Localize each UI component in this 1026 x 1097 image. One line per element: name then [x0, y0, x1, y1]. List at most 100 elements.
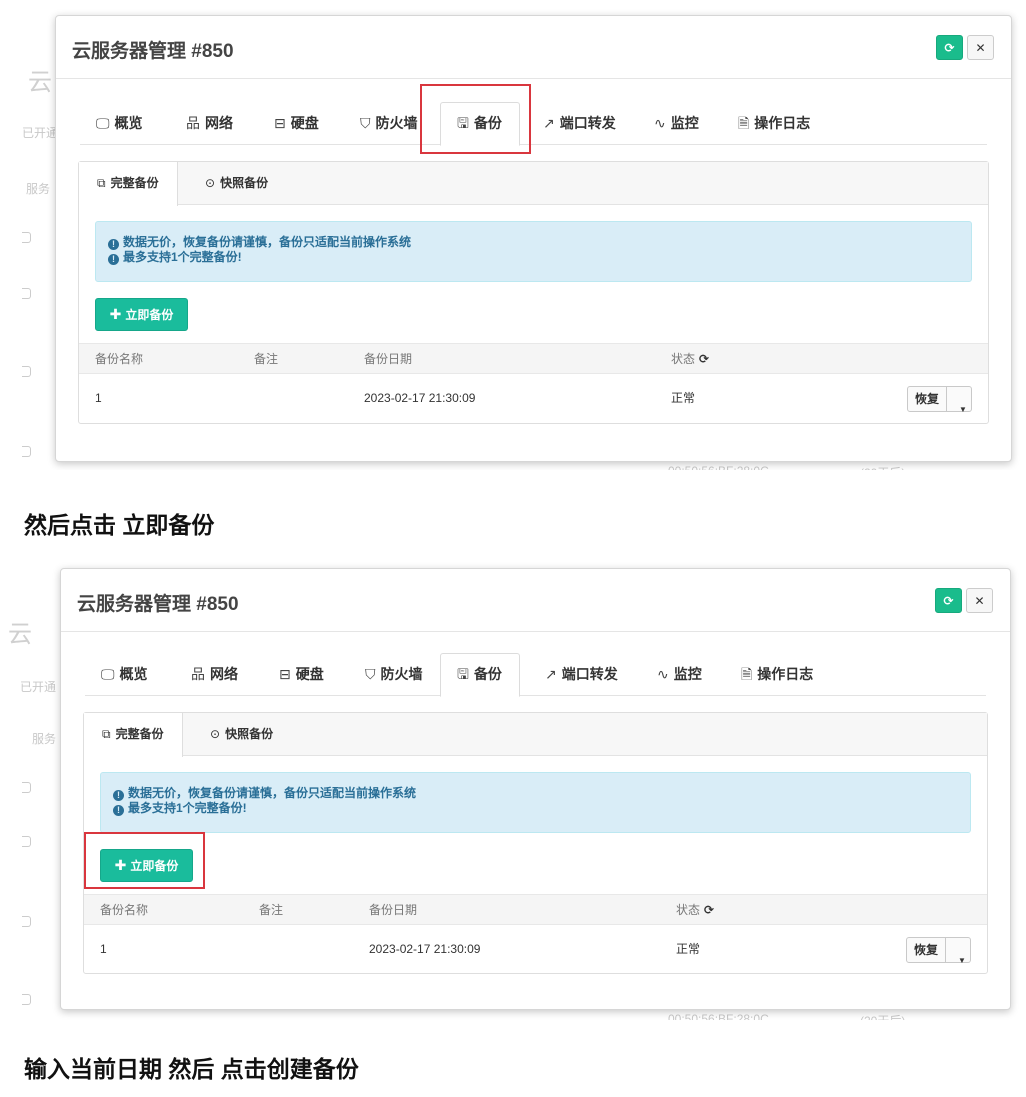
backup-table-header: 备份名称 备注 备份日期 状态 ⟳ — [79, 343, 988, 374]
floppy-icon: 🖫 — [457, 666, 469, 682]
subtab-snapshot-backup[interactable]: ⊙ 快照备份 — [192, 713, 291, 756]
header-note: 备注 — [259, 903, 284, 917]
tab-operation-log[interactable]: 🗎 操作日志 — [733, 653, 821, 696]
tab-label: 网络 — [210, 666, 238, 682]
header-backup-name: 备份名称 — [95, 352, 144, 366]
bg-checkbox — [22, 994, 31, 1005]
monitor-icon: 🖵 — [101, 666, 115, 682]
bg-text-service: 服务 — [26, 182, 51, 196]
external-link-icon: ↗ — [545, 666, 557, 682]
backup-table-header: 备份名称 备注 备份日期 状态 ⟳ — [84, 894, 987, 925]
tab-operation-log[interactable]: 🗎 操作日志 — [730, 102, 818, 145]
tab-label: 概览 — [114, 115, 143, 131]
create-backup-button[interactable]: ✚ 立即备份 — [95, 298, 188, 331]
restore-button[interactable]: 恢复 — [906, 386, 947, 412]
hdd-icon: ⊟ — [279, 666, 291, 682]
tab-label: 防火墙 — [375, 115, 418, 131]
modal-header: 云服务器管理 #850 ⟳ ✕ — [61, 569, 1010, 632]
subtab-full-backup[interactable]: ⧉ 完整备份 — [84, 713, 183, 757]
header-backup-name: 备份名称 — [100, 903, 149, 917]
restore-dropdown-toggle[interactable]: ▼ — [947, 386, 972, 414]
tab-firewall[interactable]: ⛉ 防火墙 — [357, 653, 431, 696]
restore-button[interactable]: 恢复 — [905, 937, 946, 963]
status-refresh-icon[interactable]: ⟳ — [699, 352, 709, 366]
tab-monitor[interactable]: ∿ 监控 — [646, 102, 707, 145]
modal-refresh-button[interactable]: ⟳ — [936, 35, 963, 60]
modal-header: 云服务器管理 #850 ⟳ ✕ — [56, 16, 1011, 79]
plus-icon: ✚ — [109, 306, 122, 322]
tab-disk[interactable]: ⊟ 硬盘 — [266, 102, 327, 145]
header-note: 备注 — [254, 352, 279, 366]
bg-page-title: 云 — [8, 621, 32, 648]
screenshot-step-1: 云 已开通 服务 00:50:56:BF:28:0C (20天后) 云服务器管理… — [0, 0, 1026, 470]
server-manage-modal: 云服务器管理 #850 ⟳ ✕ 🖵 概览 品网络 ⊟ 硬盘 ⛉ 防火墙 🖫 备份 ↗ 端口… — [55, 15, 1012, 462]
file-icon: 🗎 — [738, 115, 750, 131]
exclamation-circle-icon: ! — [113, 790, 124, 801]
header-status-label: 状态 — [671, 352, 696, 366]
tab-firewall[interactable]: ⛉ 防火墙 — [352, 102, 426, 145]
clock-icon: ⊙ — [210, 727, 221, 741]
bg-text-mac: 00:50:56:BF:28:0C — [668, 464, 769, 470]
backup-panel: ⧉ 完整备份 ⊙ 快照备份 ! 数据无价，恢复备份请谨慎，备份只适配当前操作系统 ! 最… — [78, 161, 989, 424]
tab-label: 监控 — [673, 666, 702, 682]
bg-text-expiry: (20天后) — [860, 464, 905, 470]
tab-port-forward[interactable]: ↗ 端口转发 — [537, 653, 626, 696]
tab-label: 监控 — [670, 115, 699, 131]
modal-close-button[interactable]: ✕ — [967, 35, 994, 60]
tab-label: 操作日志 — [757, 666, 814, 682]
tab-monitor[interactable]: ∿ 监控 — [649, 653, 710, 696]
clock-icon: ⊙ — [205, 176, 216, 190]
bg-text-mac: 00:50:56:BF:28:0C — [668, 1012, 769, 1020]
tab-network[interactable]: 品网络 — [183, 653, 246, 696]
server-manage-modal: 云服务器管理 #850 ⟳ ✕ 🖵 概览 品网络 ⊟ 硬盘 ⛉ 防火墙 🖫 备份 ↗ 端口… — [60, 568, 1011, 1010]
restore-dropdown-toggle[interactable]: ▼ — [946, 937, 971, 965]
tab-label: 备份 — [473, 666, 502, 682]
subtab-label: 完整备份 — [115, 727, 164, 741]
bg-checkbox — [22, 446, 31, 457]
subtab-full-backup[interactable]: ⧉ 完整备份 — [79, 162, 178, 206]
exclamation-circle-icon: ! — [108, 254, 119, 265]
step-caption-2: 输入当前日期 然后 点击创建备份 — [24, 1056, 359, 1082]
cell-status: 正常 — [676, 942, 701, 956]
caret-down-icon: ▼ — [959, 405, 967, 414]
modal-refresh-button[interactable]: ⟳ — [935, 588, 962, 613]
tab-backup[interactable]: 🖫 备份 — [440, 653, 520, 697]
bg-checkbox — [22, 836, 31, 847]
bg-text-expiry: (20天后) — [860, 1012, 905, 1020]
hdd-icon: ⊟ — [274, 115, 286, 131]
tab-label: 硬盘 — [295, 666, 324, 682]
header-backup-date: 备份日期 — [364, 352, 413, 366]
refresh-icon: ⟳ — [944, 40, 955, 55]
tab-label: 网络 — [205, 115, 233, 131]
alert-text-1: 数据无价，恢复备份请谨慎，备份只适配当前操作系统 — [123, 235, 412, 249]
subtab-snapshot-backup[interactable]: ⊙ 快照备份 — [187, 162, 286, 205]
tab-disk[interactable]: ⊟ 硬盘 — [271, 653, 332, 696]
modal-title: 云服务器管理 #850 — [72, 41, 234, 62]
cell-backup-date: 2023-02-17 21:30:09 — [364, 391, 476, 405]
cell-backup-name: 1 — [100, 942, 107, 956]
bg-checkbox — [22, 232, 31, 243]
tab-label: 端口转发 — [561, 666, 618, 682]
alert-text-2: 最多支持1个完整备份! — [123, 250, 242, 264]
shield-icon: ⛉ — [360, 115, 371, 131]
modal-close-button[interactable]: ✕ — [966, 588, 993, 613]
status-refresh-icon[interactable]: ⟳ — [704, 903, 714, 917]
tab-network[interactable]: 品网络 — [178, 102, 241, 145]
tab-label: 硬盘 — [290, 115, 319, 131]
bg-text-service: 服务 — [32, 732, 57, 746]
caret-down-icon: ▼ — [958, 956, 966, 965]
main-tabs: 🖵 概览 品网络 ⊟ 硬盘 ⛉ 防火墙 🖫 备份 ↗ 端口转发 ∿ 监控 🗎 操作日志 — [85, 653, 986, 697]
backup-panel: ⧉ 完整备份 ⊙ 快照备份 ! 数据无价，恢复备份请谨慎，备份只适配当前操作系统 ! 最… — [83, 712, 988, 974]
screenshot-step-2: 云 已开通 服务 00:50:56:BF:28:0C (20天后) 云服务器管理… — [0, 560, 1026, 1020]
backup-subtabs: ⧉ 完整备份 ⊙ 快照备份 — [79, 162, 988, 206]
cell-backup-name: 1 — [95, 391, 102, 405]
tab-port-forward[interactable]: ↗ 端口转发 — [535, 102, 624, 145]
header-status-label: 状态 — [676, 903, 701, 917]
sitemap-icon: 品 — [191, 666, 205, 682]
tab-overview[interactable]: 🖵 概览 — [93, 653, 156, 696]
modal-title: 云服务器管理 #850 — [77, 594, 239, 615]
bg-checkbox — [22, 782, 31, 793]
shield-icon: ⛉ — [365, 666, 376, 682]
tab-overview[interactable]: 🖵 概览 — [88, 102, 151, 145]
tab-label: 防火墙 — [380, 666, 423, 682]
